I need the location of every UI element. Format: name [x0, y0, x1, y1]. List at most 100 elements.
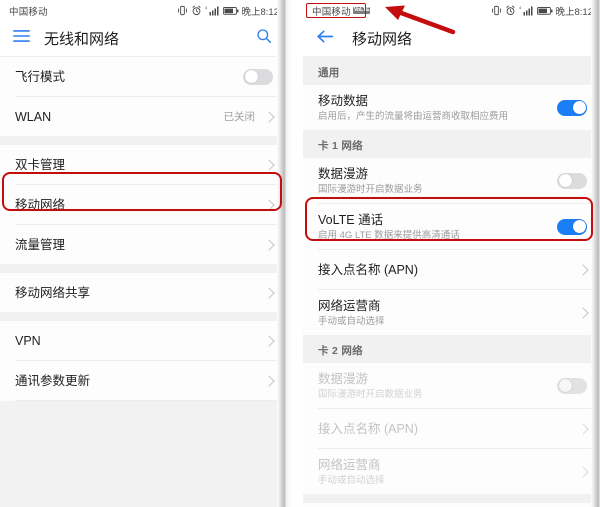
left-group-mobile: 双卡管理 移动网络 流量管理	[0, 145, 286, 264]
hamburger-menu-icon[interactable]	[13, 29, 30, 48]
row-title: 接入点名称 (APN)	[318, 421, 419, 436]
left-settings-list[interactable]: 飞行模式 WLAN 已关闭 双卡管理 移动网络 流量管理 移动网络共享 VPN …	[0, 57, 286, 507]
row-title: 移动网络共享	[15, 285, 91, 300]
row-title: 数据漫游	[318, 371, 369, 386]
row-subtitle: 国际漫游时开启数据业务	[318, 183, 423, 195]
screenshot-stage: 中国移动 4 晚上8:12 无线和网络 飞行模式 WLAN 已关闭 双卡管理 移…	[0, 0, 600, 507]
row-title: 飞行模式	[15, 69, 66, 84]
alarm-icon	[191, 5, 201, 16]
row-title: 流量管理	[15, 237, 66, 252]
row-title: VPN	[15, 333, 41, 348]
row-title: 通讯参数更新	[15, 373, 91, 388]
group-gap	[0, 136, 286, 145]
signal-icon: 4	[519, 5, 532, 16]
battery-icon	[536, 6, 552, 15]
group-gap	[0, 264, 286, 273]
right-carrier-label: 中国移动	[312, 6, 351, 18]
chevron-right-icon	[263, 238, 275, 251]
row-mobile-data[interactable]: 移动数据 启用后，产生的流量将由运营商收取相应费用	[303, 85, 600, 130]
row-title: 移动网络	[15, 197, 66, 212]
row-title: 接入点名称 (APN)	[318, 262, 419, 277]
volte-calling-toggle[interactable]	[557, 218, 587, 235]
row-vpn[interactable]: VPN	[0, 321, 286, 360]
chevron-right-icon	[577, 465, 589, 478]
right-page-title: 移动网络	[352, 31, 413, 48]
section-sim2: 数据漫游 国际漫游时开启数据业务 接入点名称 (APN) 网络运营商 手动或自动…	[303, 363, 600, 494]
alarm-icon	[505, 5, 515, 16]
left-group-connectivity: 飞行模式 WLAN 已关闭	[0, 57, 286, 136]
chevron-right-icon	[577, 422, 589, 435]
divider	[15, 400, 286, 401]
section-header-sim2: 卡 2 网络	[303, 335, 600, 363]
chevron-right-icon	[577, 263, 589, 276]
chevron-right-icon	[263, 286, 275, 299]
data-roaming-toggle-sim1[interactable]	[557, 172, 587, 189]
chevron-right-icon	[263, 110, 275, 123]
left-carrier-label: 中国移动	[9, 6, 48, 18]
section-advanced: 高级	[303, 503, 600, 507]
mobile-network-settings-list[interactable]: 通用 移动数据 启用后，产生的流量将由运营商收取相应费用 卡 1 网络 数据漫游…	[303, 57, 600, 507]
row-volte-calling[interactable]: VoLTE 通话 启用 4G LTE 数据来提供高清通话	[303, 204, 600, 249]
row-mobile-network[interactable]: 移动网络	[0, 185, 286, 224]
left-group-tethering: 移动网络共享	[0, 273, 286, 312]
svg-text:4: 4	[205, 5, 208, 10]
vibrate-icon	[491, 5, 501, 16]
row-advanced[interactable]: 高级	[303, 503, 600, 507]
right-clock: 晚上8:12	[555, 6, 594, 18]
row-network-operator-sim2: 网络运营商 手动或自动选择	[303, 449, 600, 494]
row-data-roaming-sim1[interactable]: 数据漫游 国际漫游时开启数据业务	[303, 158, 600, 203]
row-apn-sim1[interactable]: 接入点名称 (APN)	[303, 250, 600, 289]
left-clock: 晚上8:12	[241, 6, 280, 18]
row-subtitle: 启用 4G LTE 数据来提供高清通话	[318, 229, 460, 241]
row-wlan[interactable]: WLAN 已关闭	[0, 97, 286, 136]
left-status-icons: 4 晚上8:12	[177, 4, 280, 18]
chevron-right-icon	[263, 374, 275, 387]
group-gap	[303, 494, 600, 503]
panel-gap	[286, 0, 303, 507]
row-airplane-mode[interactable]: 飞行模式	[0, 57, 286, 96]
row-subtitle: 国际漫游时开启数据业务	[318, 388, 423, 400]
row-network-operator-sim1[interactable]: 网络运营商 手动或自动选择	[303, 290, 600, 335]
right-status-icons: 4 晚上8:12	[491, 4, 594, 18]
wlan-status-value: 已关闭	[223, 111, 256, 123]
section-general: 移动数据 启用后，产生的流量将由运营商收取相应费用	[303, 85, 600, 130]
volte-badge-icon: VoLTE	[352, 7, 371, 14]
chevron-right-icon	[263, 158, 275, 171]
left-phone-edge-shade	[277, 0, 286, 507]
section-header-sim1: 卡 1 网络	[303, 130, 600, 158]
row-title: 双卡管理	[15, 157, 66, 172]
row-title: 网络运营商	[318, 298, 381, 313]
row-subtitle: 手动或自动选择	[318, 315, 385, 327]
row-comm-params-update[interactable]: 通讯参数更新	[0, 361, 286, 400]
airplane-mode-toggle[interactable]	[243, 68, 273, 85]
row-title: 网络运营商	[318, 457, 381, 472]
right-app-bar: 移动网络	[303, 21, 600, 57]
mobile-data-toggle[interactable]	[557, 99, 587, 116]
signal-icon: 4	[205, 5, 218, 16]
row-subtitle: 手动或自动选择	[318, 474, 385, 486]
group-gap	[0, 312, 286, 321]
row-title: 数据漫游	[318, 166, 369, 181]
right-phone-screenshot: 中国移动 VoLTE 4 晚上8:12 移动网络 通用 移动数据 启用后，产生的…	[303, 0, 600, 507]
svg-text:4: 4	[519, 5, 522, 10]
row-subtitle: 启用后，产生的流量将由运营商收取相应费用	[318, 110, 509, 122]
back-arrow-icon[interactable]	[316, 29, 335, 49]
section-sim1: 数据漫游 国际漫游时开启数据业务 VoLTE 通话 启用 4G LTE 数据来提…	[303, 158, 600, 335]
search-icon[interactable]	[256, 28, 272, 49]
chevron-right-icon	[263, 334, 275, 347]
row-title: VoLTE 通话	[318, 212, 384, 227]
left-phone-screenshot: 中国移动 4 晚上8:12 无线和网络 飞行模式 WLAN 已关闭 双卡管理 移…	[0, 0, 286, 507]
battery-icon	[222, 6, 238, 15]
right-carrier-group: 中国移动 VoLTE	[312, 4, 371, 18]
left-status-bar: 中国移动 4 晚上8:12	[0, 0, 286, 21]
right-phone-edge-shade	[591, 0, 600, 507]
row-dual-sim-management[interactable]: 双卡管理	[0, 145, 286, 184]
left-app-bar: 无线和网络	[0, 21, 286, 57]
row-mobile-network-sharing[interactable]: 移动网络共享	[0, 273, 286, 312]
data-roaming-toggle-sim2	[557, 377, 587, 394]
row-title: WLAN	[15, 109, 52, 124]
left-page-title: 无线和网络	[44, 31, 120, 48]
left-group-vpn: VPN 通讯参数更新	[0, 321, 286, 401]
row-data-management[interactable]: 流量管理	[0, 225, 286, 264]
row-title: 移动数据	[318, 93, 369, 108]
